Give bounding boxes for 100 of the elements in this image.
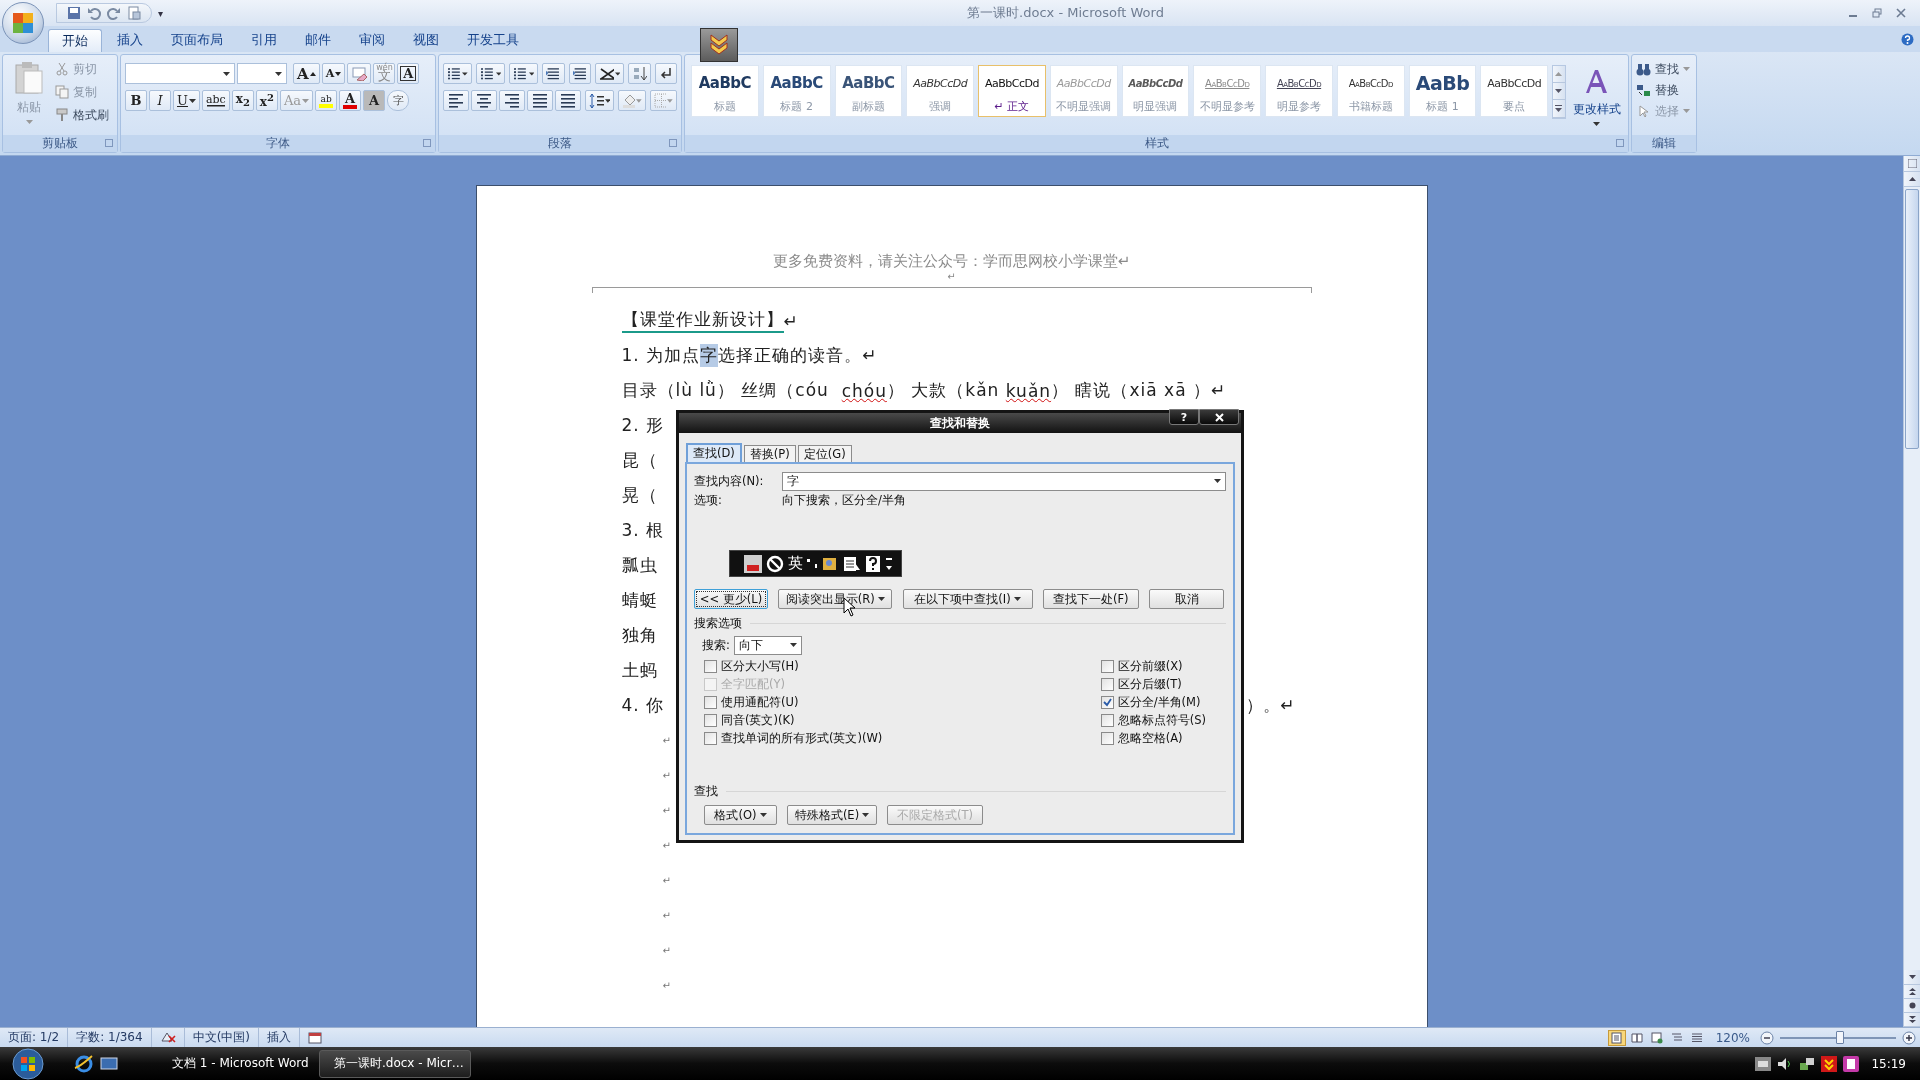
view-button[interactable] [1607, 1029, 1626, 1046]
zoom-slider-thumb[interactable] [1836, 1030, 1845, 1044]
ribbon-tab[interactable]: 页面布局 [158, 29, 236, 52]
ribbon-tab[interactable]: 插入 [104, 29, 156, 52]
clipboard-button[interactable]: 格式刷 [55, 105, 109, 125]
clear-format-button[interactable] [347, 63, 372, 84]
print-preview-icon[interactable] [127, 6, 141, 20]
find-what-field[interactable]: 字 [782, 471, 1226, 491]
dialog-button[interactable]: 特殊格式(E) [787, 805, 877, 825]
checkbox[interactable] [704, 659, 717, 673]
zoom-out-icon[interactable] [1760, 1030, 1774, 1045]
scroll-thumb[interactable] [1905, 189, 1919, 449]
numbering-button[interactable] [476, 63, 506, 84]
restore-icon[interactable] [1872, 8, 1882, 18]
multilevel-list-button[interactable] [509, 63, 539, 84]
change-styles-button[interactable]: 更改样式 [1569, 65, 1624, 135]
character-shading-button[interactable]: A [363, 90, 386, 111]
show-marks-button[interactable] [655, 63, 677, 84]
checkbox[interactable] [704, 713, 717, 727]
ribbon-tab[interactable]: 邮件 [292, 29, 344, 52]
close-button[interactable] [1199, 409, 1239, 425]
browser-icon[interactable] [74, 1053, 94, 1074]
floating-app-button[interactable] [700, 28, 738, 62]
checkbox[interactable] [1100, 695, 1114, 709]
font-size-field[interactable] [237, 63, 287, 84]
font-name-field[interactable] [125, 63, 235, 84]
style-item[interactable]: AaBbCcDd 明显参考 [1265, 65, 1333, 117]
style-item[interactable]: AaBbC 标题 2 [762, 65, 831, 117]
underline-button[interactable]: U [173, 90, 200, 111]
ribbon-tab[interactable]: 审阅 [346, 29, 398, 52]
checkbox[interactable] [704, 731, 717, 745]
save-icon[interactable] [67, 6, 81, 20]
editing-button[interactable]: 替换 [1636, 80, 1690, 100]
office-button[interactable] [2, 2, 44, 44]
font-color-button[interactable]: A [339, 90, 362, 111]
style-item[interactable]: AaBbCcDd 要点 [1480, 65, 1549, 117]
enclose-character-button[interactable]: 字 [387, 90, 410, 111]
style-item[interactable]: AaBbCcDd 明显强调 [1121, 65, 1190, 117]
bold-button[interactable]: B [125, 90, 147, 111]
undo-icon[interactable] [87, 6, 101, 20]
style-item[interactable]: AaBbCcDd 不明显参考 [1193, 65, 1262, 117]
checkbox[interactable] [1100, 713, 1114, 727]
checkbox[interactable] [704, 695, 717, 709]
zoom-in-icon[interactable] [1902, 1030, 1916, 1045]
style-item[interactable]: AaBbCcDd 书籍标题 [1336, 65, 1405, 117]
style-item[interactable]: AaBbC 标题 [691, 65, 759, 117]
editing-button[interactable]: 查找 [1636, 59, 1690, 79]
grow-font-button[interactable]: A [293, 63, 320, 84]
ribbon-tab[interactable]: 开始 [48, 29, 102, 52]
tray-app-icon[interactable] [1821, 1055, 1838, 1072]
highlight-button[interactable]: ab [315, 90, 338, 111]
checkbox[interactable] [1100, 731, 1114, 745]
redo-icon[interactable] [107, 6, 121, 20]
sort-button[interactable] [628, 63, 651, 84]
style-item[interactable]: AaBbCcDd 强调 [906, 65, 975, 117]
strikethrough-button[interactable]: abc [201, 90, 230, 111]
gallery-scrollbar[interactable] [1552, 65, 1566, 119]
vm-tray-icon[interactable] [1755, 1056, 1772, 1071]
note-app-icon[interactable] [1843, 1055, 1860, 1072]
dialog-button[interactable]: 格式(O) [704, 805, 777, 825]
zoom-level-text[interactable]: 120% [1715, 1030, 1750, 1045]
dialog-button[interactable]: 在以下项中查找(I) [902, 589, 1033, 609]
dialog-button[interactable]: << 更少(L) [694, 589, 768, 609]
network-icon[interactable] [1799, 1056, 1816, 1071]
proofing-error-icon[interactable] [159, 1030, 176, 1045]
dialog-tab[interactable]: 定位(G) [797, 445, 852, 462]
help-icon[interactable] [1901, 33, 1914, 46]
line-spacing-button[interactable] [585, 90, 615, 111]
style-item[interactable]: AaBbCcDd ↵ 正文 [978, 65, 1046, 117]
character-border-button[interactable]: A [397, 63, 420, 84]
asian-layout-button[interactable] [595, 63, 625, 84]
checkbox[interactable] [1100, 677, 1114, 691]
bullets-button[interactable] [443, 63, 473, 84]
taskbar-button[interactable]: 文档 1 - Microsoft Word [158, 1049, 313, 1078]
multilevel-list-icon[interactable] [513, 65, 528, 82]
superscript-button[interactable]: x$^{2}$ [255, 90, 278, 111]
show-desktop-icon[interactable] [100, 1055, 118, 1072]
dialog-button[interactable]: 查找下一处(F) [1042, 589, 1139, 609]
close-icon[interactable] [1896, 8, 1906, 18]
ime-mode-text[interactable]: 英 [788, 554, 803, 573]
dialog-button[interactable]: 取消 [1149, 589, 1224, 609]
dialog-tab[interactable]: 替换(P) [743, 445, 796, 462]
checkbox[interactable] [1100, 659, 1114, 673]
dialog-tab[interactable]: 查找(D) [686, 443, 742, 462]
bullet-list-icon[interactable] [447, 65, 462, 82]
ribbon-tab[interactable]: 引用 [238, 29, 290, 52]
style-item[interactable]: AaBbC 副标题 [834, 65, 903, 117]
search-direction-select[interactable]: 向下 [733, 635, 802, 655]
taskbar-button[interactable]: 第一课时.docx - Micr… [319, 1049, 471, 1078]
help-button[interactable]: ? [1169, 409, 1199, 425]
vertical-scrollbar[interactable] [1903, 156, 1920, 1027]
style-item[interactable]: AaBb 标题 1 [1408, 65, 1477, 117]
macro-record-icon[interactable] [308, 1031, 322, 1044]
shrink-font-button[interactable]: A [321, 63, 346, 84]
ribbon-tab[interactable]: 视图 [400, 29, 452, 52]
subscript-button[interactable]: x$_{2}$ [231, 90, 254, 111]
numbered-list-icon[interactable] [480, 65, 495, 82]
ribbon-tab[interactable]: 开发工具 [454, 29, 532, 52]
italic-button[interactable]: I [149, 90, 171, 111]
customize-toolbar-button[interactable]: ▾ [158, 7, 164, 19]
